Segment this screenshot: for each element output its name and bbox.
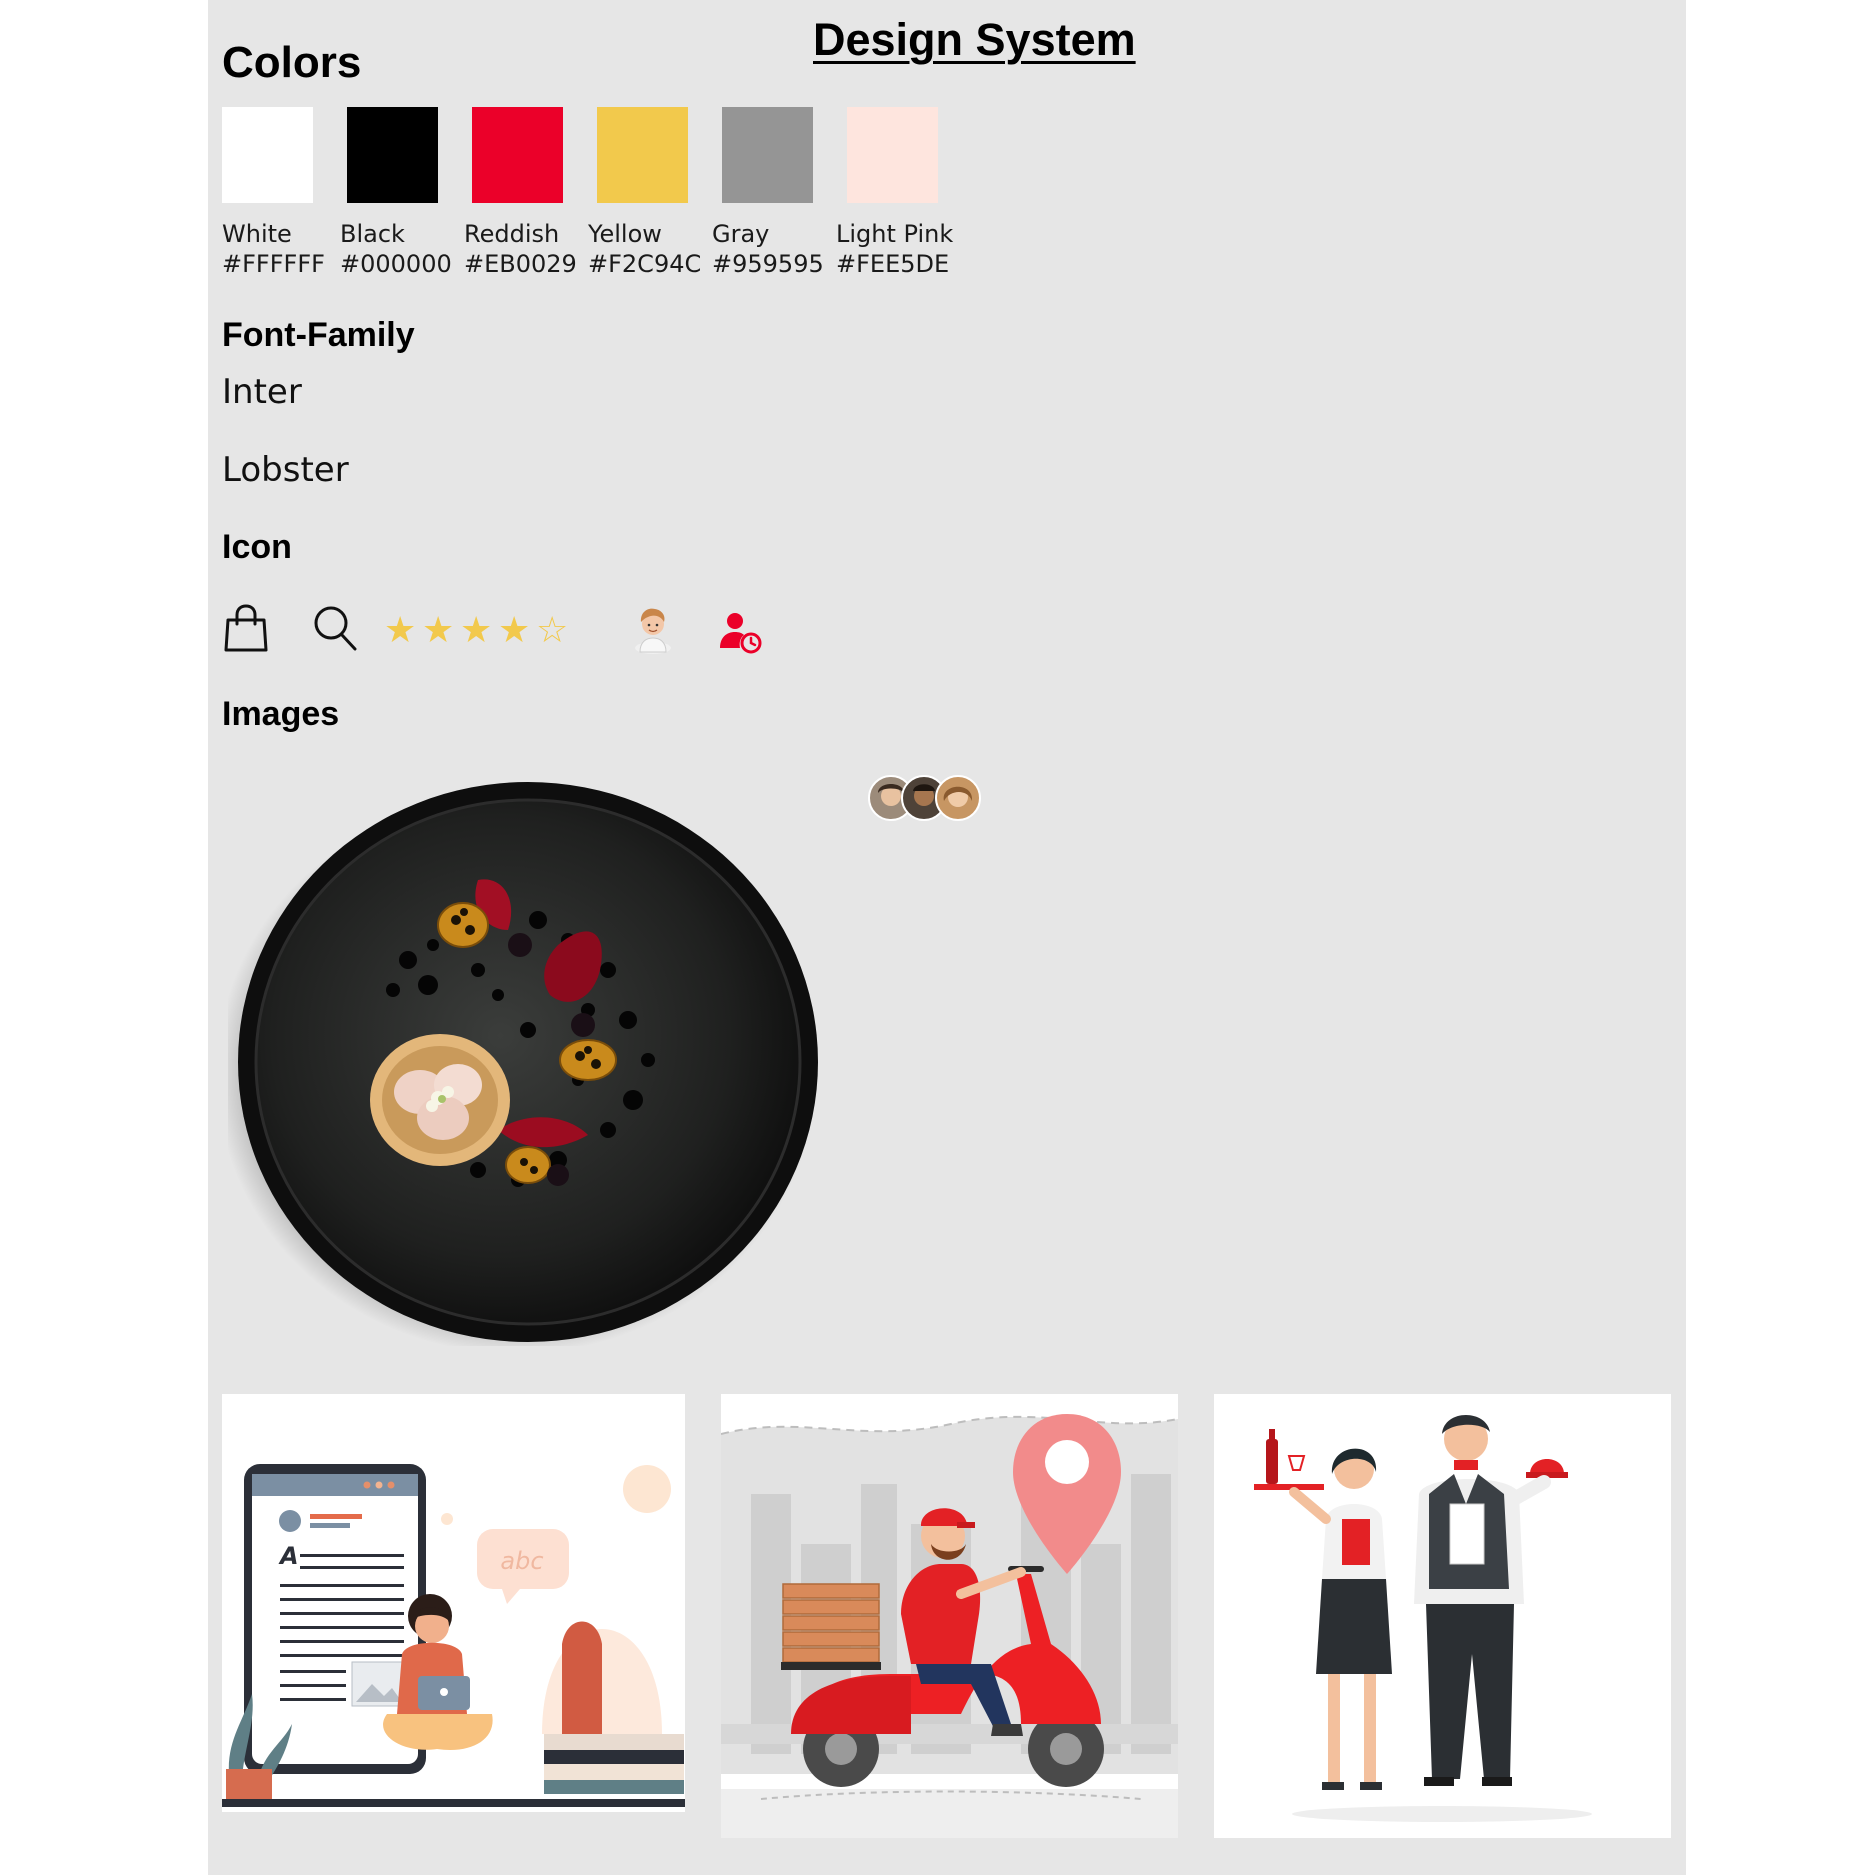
image-card-waiters <box>1214 1394 1671 1838</box>
swatch-hex-reddish: #EB0029 <box>464 250 577 278</box>
swatch-label-reddish: Reddish <box>464 220 560 248</box>
star-filled-icon: ★ <box>460 609 493 650</box>
swatch-gray <box>722 107 813 203</box>
page-title: Design System <box>813 14 1136 65</box>
svg-text:A: A <box>278 1542 299 1570</box>
swatch-hex-black: #000000 <box>340 250 452 278</box>
images-heading: Images <box>222 695 340 733</box>
font-family-heading: Font-Family <box>222 316 415 354</box>
icon-heading: Icon <box>222 528 292 566</box>
plated-dish-image <box>216 780 838 1354</box>
star-filled-icon: ★ <box>422 609 455 650</box>
swatch-label-yellow: Yellow <box>588 220 662 248</box>
swatch-yellow <box>597 107 688 203</box>
swatch-hex-light-pink: #FEE5DE <box>836 250 950 278</box>
swatch-hex-white: #FFFFFF <box>222 250 325 278</box>
star-empty-icon: ☆ <box>536 609 569 650</box>
swatch-label-light-pink: Light Pink <box>836 220 954 248</box>
swatch-reddish <box>472 107 563 203</box>
shopping-bag-icon <box>224 604 268 654</box>
star-filled-icon: ★ <box>498 609 531 650</box>
font-sample-lobster: Lobster <box>222 450 349 490</box>
group-avatars <box>866 773 986 823</box>
swatch-hex-gray: #959595 <box>712 250 824 278</box>
user-clock-icon <box>718 610 762 654</box>
star-filled-icon: ★ <box>384 609 417 650</box>
search-icon <box>312 604 358 652</box>
colors-heading: Colors <box>222 38 362 87</box>
swatch-label-white: White <box>222 220 292 248</box>
design-system-sheet: Design System Colors White #FFFFFF Black… <box>208 0 1686 1875</box>
swatch-label-black: Black <box>340 220 405 248</box>
swatch-label-gray: Gray <box>712 220 770 248</box>
font-sample-inter: Inter <box>222 372 302 412</box>
swatch-light-pink <box>847 107 938 203</box>
swatch-black <box>347 107 438 203</box>
image-card-delivery <box>721 1394 1178 1838</box>
swatch-hex-yellow: #F2C94C <box>588 250 702 278</box>
image-card-reading: abc A <box>222 1394 685 1812</box>
avatar-icon <box>632 602 674 654</box>
swatch-white <box>222 107 313 203</box>
reading-bubble-text: abc <box>500 1547 543 1575</box>
